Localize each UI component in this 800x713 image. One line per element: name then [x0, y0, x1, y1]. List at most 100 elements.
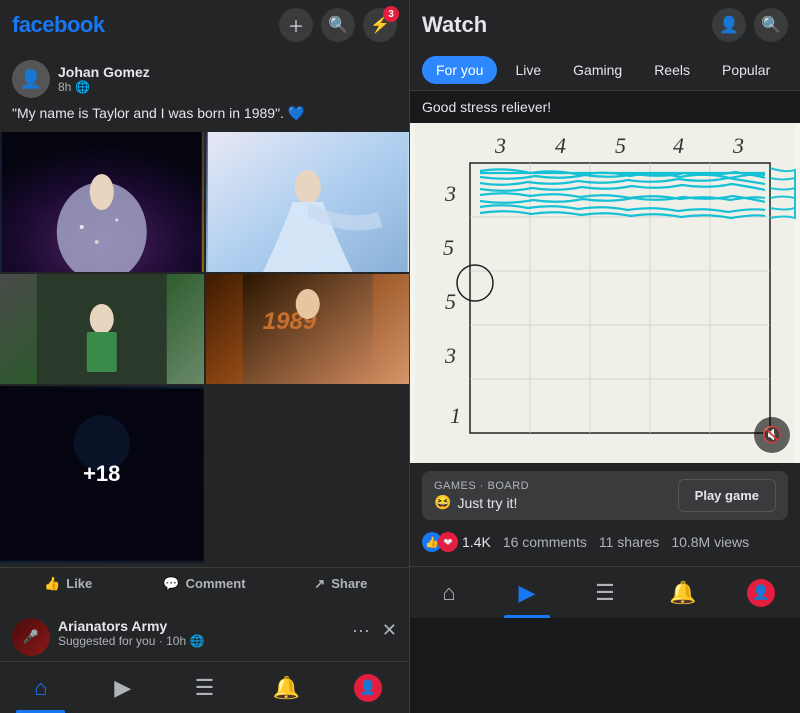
comments-stat[interactable]: 16 comments: [503, 534, 587, 550]
svg-text:3: 3: [494, 133, 506, 158]
tab-for-you[interactable]: For you: [422, 56, 497, 84]
add-button[interactable]: ＋: [279, 8, 313, 42]
comment-icon: 💬: [163, 576, 179, 592]
video-caption: Good stress reliever!: [410, 91, 800, 123]
main-container: facebook ＋ 🔍 ⚡ 3 👤: [0, 0, 800, 713]
search-button[interactable]: 🔍: [321, 8, 355, 42]
svg-text:1: 1: [450, 403, 461, 428]
person-icon: 👤: [719, 15, 739, 35]
svg-text:3: 3: [444, 343, 456, 368]
bell-icon: 🔔: [273, 675, 300, 701]
video-stats: 👍 ❤ 1.4K 16 comments 11 shares 10.8M vie…: [422, 526, 788, 558]
tab-gaming[interactable]: Gaming: [559, 56, 636, 84]
photo-4[interactable]: 1989: [206, 274, 410, 384]
feed-content: 👤 Johan Gomez 8h 🌐 "My name is Taylor an…: [0, 50, 409, 661]
like-icon: 👍: [44, 576, 60, 592]
tab-reels[interactable]: Reels: [640, 56, 704, 84]
svg-text:5: 5: [445, 289, 456, 314]
close-post-button[interactable]: ✕: [382, 620, 397, 641]
photo-1[interactable]: [0, 132, 204, 272]
watch-nav-tabs: For you Live Gaming Reels Popular: [410, 50, 800, 91]
right-nav-messenger[interactable]: ☰: [566, 567, 644, 618]
privacy-icon: 🌐: [75, 80, 90, 94]
watch-header: Watch 👤 🔍: [410, 0, 800, 50]
game-title: Just try it!: [457, 495, 517, 511]
post-1-actions: 👍 Like 💬 Comment ↗ Share: [0, 567, 409, 600]
right-nav-home[interactable]: ⌂: [410, 567, 488, 618]
search-icon: 🔍: [328, 15, 348, 35]
privacy-icon-2: 🌐: [189, 634, 204, 648]
video-container[interactable]: 3 4 5 4 3 3 5 5 3 1: [410, 123, 800, 463]
nav-watch[interactable]: ▶: [82, 662, 164, 713]
post-2-meta: Arianators Army Suggested for you · 10h …: [58, 618, 338, 648]
game-banner: GAMES · BOARD 😆 Just try it! Play game: [422, 471, 788, 520]
svg-text:4: 4: [673, 133, 684, 158]
watch-content: Good stress reliever!: [410, 91, 800, 713]
views-stat: 10.8M views: [671, 534, 749, 550]
header-icons: ＋ 🔍 ⚡ 3: [279, 8, 397, 42]
photo-overlay: +18: [0, 386, 204, 563]
svg-text:5: 5: [443, 235, 454, 260]
post-2-suggested: Suggested for you · 10h 🌐: [58, 634, 338, 648]
more-options-button[interactable]: ···: [346, 618, 376, 643]
svg-text:3: 3: [732, 133, 744, 158]
video-footer: GAMES · BOARD 😆 Just try it! Play game 👍…: [410, 463, 800, 566]
play-game-button[interactable]: Play game: [678, 479, 776, 512]
bottom-nav: ⌂ ▶ ☰ 🔔 👤: [0, 661, 409, 713]
watch-profile-button[interactable]: 👤: [712, 8, 746, 42]
tab-live[interactable]: Live: [501, 56, 555, 84]
game-emoji: 😆: [434, 494, 451, 511]
watch-title: Watch: [422, 12, 487, 38]
post-1-text: "My name is Taylor and I was born in 198…: [0, 104, 409, 132]
post-1: 👤 Johan Gomez 8h 🌐 "My name is Taylor an…: [0, 50, 409, 600]
profile-avatar: 👤: [354, 674, 382, 702]
svg-text:4: 4: [555, 133, 566, 158]
photo-3[interactable]: [0, 274, 204, 384]
nav-messenger[interactable]: ☰: [164, 662, 246, 713]
post-2-header-actions: ··· ✕: [346, 618, 397, 643]
mute-button[interactable]: 🔇: [754, 417, 790, 453]
watch-header-icons: 👤 🔍: [712, 8, 788, 42]
right-watch-icon: ▶: [519, 580, 536, 606]
photo-illustration-2: [206, 132, 410, 272]
photo-5[interactable]: +18: [0, 386, 204, 563]
photo-2[interactable]: [206, 132, 410, 272]
stress-relief-drawing: 3 4 5 4 3 3 5 5 3 1: [410, 123, 800, 463]
right-nav-profile[interactable]: 👤: [722, 567, 800, 618]
messenger-button[interactable]: ⚡ 3: [363, 8, 397, 42]
post-1-time: 8h 🌐: [58, 80, 397, 94]
messenger-badge: 3: [383, 6, 399, 22]
nav-profile[interactable]: 👤: [327, 662, 409, 713]
mute-icon: 🔇: [762, 425, 782, 445]
right-messenger-icon: ☰: [595, 580, 615, 606]
shares-stat[interactable]: 11 shares: [599, 534, 659, 550]
left-panel: facebook ＋ 🔍 ⚡ 3 👤: [0, 0, 410, 713]
post-2-header: 🎤 Arianators Army Suggested for you · 10…: [0, 608, 409, 660]
author-1-avatar[interactable]: 👤: [12, 60, 50, 98]
photo-illustration-3: [0, 274, 204, 384]
messenger-nav-icon: ☰: [195, 675, 215, 701]
svg-text:5: 5: [615, 133, 626, 158]
game-info: GAMES · BOARD 😆 Just try it!: [434, 480, 529, 511]
like-button[interactable]: 👍 Like: [0, 568, 136, 600]
right-bell-icon: 🔔: [669, 580, 696, 606]
right-nav-watch[interactable]: ▶: [488, 567, 566, 618]
photo-illustration-1: [0, 132, 204, 272]
nav-notifications[interactable]: 🔔: [245, 662, 327, 713]
right-nav-notifications[interactable]: 🔔: [644, 567, 722, 618]
post-1-meta: Johan Gomez 8h 🌐: [58, 64, 397, 94]
share-button[interactable]: ↗ Share: [273, 568, 409, 600]
tab-popular[interactable]: Popular: [708, 56, 784, 84]
like-red-icon: ❤: [438, 532, 458, 552]
watch-nav-icon: ▶: [114, 675, 131, 701]
drawing-canvas: 3 4 5 4 3 3 5 5 3 1: [410, 123, 800, 463]
watch-search-button[interactable]: 🔍: [754, 8, 788, 42]
comment-button[interactable]: 💬 Comment: [136, 568, 272, 600]
left-header: facebook ＋ 🔍 ⚡ 3: [0, 0, 409, 50]
like-icon-group: 👍 ❤: [422, 532, 458, 552]
home-icon: ⌂: [34, 675, 47, 701]
author-2-avatar[interactable]: 🎤: [12, 618, 50, 656]
game-title-row: 😆 Just try it!: [434, 494, 529, 511]
nav-home[interactable]: ⌂: [0, 662, 82, 713]
post-2: 🎤 Arianators Army Suggested for you · 10…: [0, 608, 409, 661]
